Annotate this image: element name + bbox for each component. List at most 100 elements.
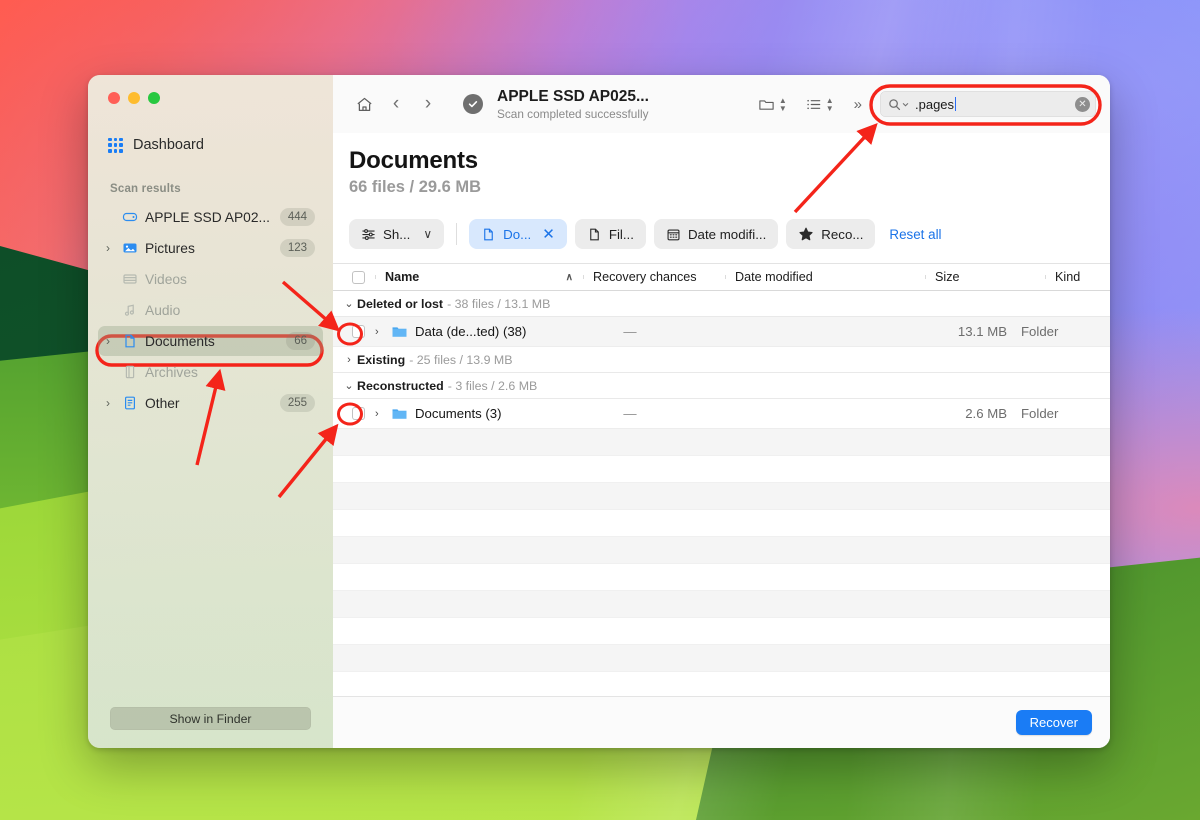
toolbar-title: APPLE SSD AP025... bbox=[497, 87, 649, 105]
filter-bar: Sh... ∨ Do... ✕ Fil... Date modifi... Re… bbox=[333, 197, 1110, 263]
toolbar: ‹ › APPLE SSD AP025... Scan completed su… bbox=[333, 75, 1110, 133]
select-all-checkbox[interactable] bbox=[341, 270, 375, 284]
search-input[interactable]: .pages ✕ bbox=[880, 91, 1096, 117]
empty-row bbox=[333, 510, 1110, 537]
column-header-recovery-chances[interactable]: Recovery chances bbox=[583, 270, 725, 284]
sidebar-item-pictures[interactable]: › Pictures 123 bbox=[98, 233, 323, 263]
filter-chip-label: Date modifi... bbox=[687, 226, 767, 242]
empty-row bbox=[333, 591, 1110, 618]
chevron-down-icon[interactable]: ∨ bbox=[423, 227, 432, 241]
filter-chip-date-modified[interactable]: Date modifi... bbox=[653, 219, 779, 249]
chevron-right-icon[interactable]: › bbox=[341, 354, 357, 366]
chevron-down-icon[interactable]: ⌄ bbox=[341, 379, 357, 392]
chevron-updown-icon[interactable]: ▲ ▼ bbox=[826, 96, 834, 112]
folder-icon bbox=[391, 323, 415, 340]
close-button[interactable] bbox=[108, 92, 120, 104]
list-view-control[interactable]: ▲ ▼ bbox=[797, 90, 842, 118]
row-name: Documents (3) bbox=[415, 406, 502, 421]
app-window: Dashboard Scan results APPLE SSD AP02...… bbox=[88, 75, 1110, 748]
table-row[interactable]: › Data (de...ted) (38) — 13.1 MB Folder bbox=[333, 317, 1110, 347]
chevron-down-icon[interactable]: ⌄ bbox=[341, 297, 357, 310]
sidebar-item-label: Archives bbox=[145, 364, 198, 380]
sidebar-item-dashboard[interactable]: Dashboard bbox=[108, 133, 333, 157]
chevron-right-icon[interactable]: › bbox=[375, 408, 391, 420]
group-meta: - 3 files / 2.6 MB bbox=[447, 378, 538, 393]
row-checkbox[interactable] bbox=[341, 407, 375, 420]
row-checkbox[interactable] bbox=[341, 325, 375, 338]
sidebar-item-archives[interactable]: Archives bbox=[98, 357, 323, 387]
sidebar-item-audio[interactable]: Audio bbox=[98, 295, 323, 325]
group-row-deleted-or-lost[interactable]: ⌄ Deleted or lost - 38 files / 13.1 MB bbox=[333, 291, 1110, 317]
nav-arrows: ‹ › bbox=[383, 90, 441, 118]
sidebar-item-label: Other bbox=[145, 395, 180, 411]
column-header-size[interactable]: Size bbox=[925, 270, 1045, 284]
chevron-right-icon[interactable]: › bbox=[106, 397, 120, 409]
column-header-kind[interactable]: Kind bbox=[1045, 270, 1110, 284]
filter-chip-label: Fil... bbox=[608, 226, 634, 242]
recover-button[interactable]: Recover bbox=[1015, 710, 1092, 735]
chevron-right-icon[interactable]: › bbox=[375, 326, 391, 338]
search-wrap: .pages ✕ bbox=[880, 91, 1096, 117]
page-title: Documents bbox=[349, 147, 478, 174]
other-icon bbox=[120, 395, 140, 411]
sidebar-item-videos[interactable]: Videos bbox=[98, 264, 323, 294]
group-row-reconstructed[interactable]: ⌄ Reconstructed - 3 files / 2.6 MB bbox=[333, 373, 1110, 399]
empty-row bbox=[333, 537, 1110, 564]
status-bar: Recover bbox=[333, 696, 1110, 748]
column-header-name[interactable]: Name ∧ bbox=[375, 270, 583, 284]
sidebar-item-apple-ssd[interactable]: APPLE SSD AP02... 444 bbox=[98, 202, 323, 232]
overflow-button[interactable]: » bbox=[844, 96, 872, 113]
chevron-right-icon[interactable]: › bbox=[106, 242, 120, 254]
sidebar-item-label: Documents bbox=[145, 333, 215, 349]
reset-all-button[interactable]: Reset all bbox=[889, 227, 941, 242]
page-header: Documents 66 files / 29.6 MB bbox=[333, 133, 1110, 197]
document-icon bbox=[120, 333, 140, 349]
row-size: 13.1 MB bbox=[957, 324, 1007, 339]
sidebar-item-other[interactable]: › Other 255 bbox=[98, 388, 323, 418]
toolbar-titles: APPLE SSD AP025... Scan completed succes… bbox=[497, 88, 649, 121]
archive-icon bbox=[120, 364, 140, 380]
sidebar-item-documents[interactable]: › Documents 66 bbox=[98, 326, 323, 356]
clear-icon[interactable]: ✕ bbox=[1075, 96, 1090, 112]
group-name: Reconstructed bbox=[357, 378, 444, 393]
column-label: Name bbox=[385, 270, 420, 284]
empty-row bbox=[333, 483, 1110, 510]
row-name: Data (de...ted) (38) bbox=[415, 324, 527, 339]
audio-icon bbox=[120, 302, 140, 318]
sidebar: Dashboard Scan results APPLE SSD AP02...… bbox=[88, 75, 333, 748]
group-name: Existing bbox=[357, 352, 406, 367]
row-kind: Folder bbox=[1021, 406, 1059, 421]
sidebar-nav: APPLE SSD AP02... 444 › Pictures 123 Vid… bbox=[88, 201, 333, 419]
pictures-icon bbox=[120, 240, 140, 256]
group-row-existing[interactable]: › Existing - 25 files / 13.9 MB bbox=[333, 347, 1110, 373]
column-header-date-modified[interactable]: Date modified bbox=[725, 270, 925, 284]
filter-chip-show[interactable]: Sh... ∨ bbox=[349, 219, 445, 249]
check-circle-icon bbox=[463, 94, 483, 114]
sidebar-item-badge: 66 bbox=[286, 332, 315, 350]
minimize-button[interactable] bbox=[128, 92, 140, 104]
filter-chip-label: Do... bbox=[503, 226, 532, 242]
filter-chip-file[interactable]: Fil... bbox=[574, 219, 646, 249]
group-meta: - 25 files / 13.9 MB bbox=[409, 352, 513, 367]
show-in-finder-button[interactable]: Show in Finder bbox=[110, 707, 311, 730]
document-icon bbox=[484, 228, 493, 240]
chevron-down-icon bbox=[902, 102, 909, 106]
star-icon bbox=[799, 227, 813, 241]
folder-view-control[interactable]: ▲ ▼ bbox=[750, 90, 795, 118]
chevron-right-icon[interactable]: › bbox=[106, 335, 120, 347]
table-row[interactable]: › Documents (3) — 2.6 MB Folder bbox=[333, 399, 1110, 429]
home-icon[interactable] bbox=[349, 90, 379, 118]
back-button[interactable]: ‹ bbox=[383, 90, 409, 118]
filter-chip-documents[interactable]: Do... ✕ bbox=[469, 219, 567, 249]
close-icon[interactable]: ✕ bbox=[542, 225, 555, 243]
table-header: Name ∧ Recovery chances Date modified Si… bbox=[333, 263, 1110, 291]
filter-chip-recovery[interactable]: Reco... bbox=[786, 219, 876, 249]
table-empty-rows bbox=[333, 429, 1110, 696]
sidebar-item-badge: 444 bbox=[279, 208, 315, 226]
row-kind: Folder bbox=[1021, 324, 1059, 339]
forward-button[interactable]: › bbox=[415, 90, 441, 118]
zoom-button[interactable] bbox=[148, 92, 160, 104]
desktop-background: Dashboard Scan results APPLE SSD AP02...… bbox=[0, 0, 1200, 820]
empty-row bbox=[333, 672, 1110, 696]
chevron-updown-icon[interactable]: ▲ ▼ bbox=[779, 96, 787, 112]
